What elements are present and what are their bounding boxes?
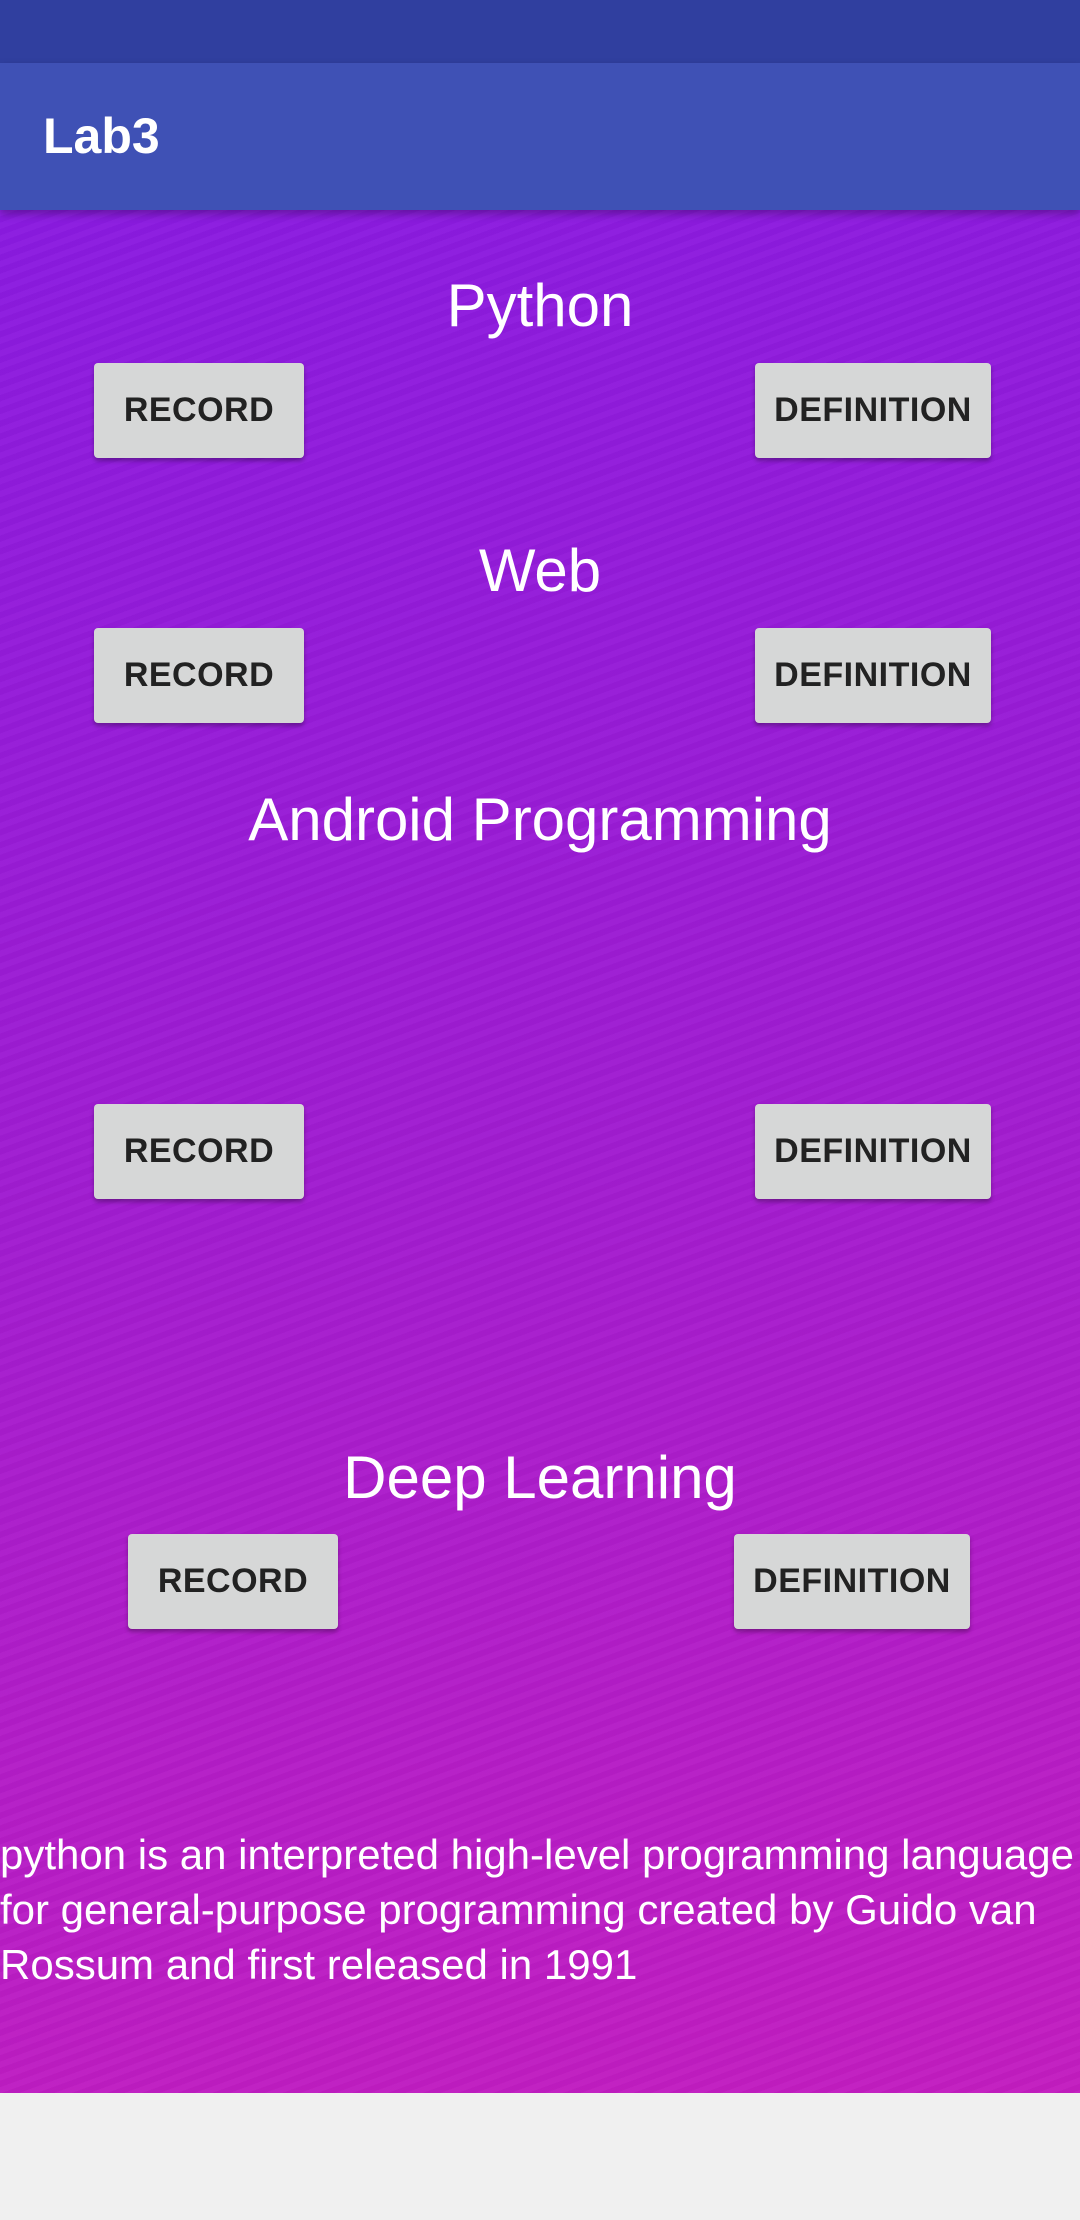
main-content: Python RECORD DEFINITION Web RECORD DEFI… (0, 210, 1080, 2093)
record-button-android[interactable]: RECORD (94, 1104, 304, 1199)
topic-title-web: Web (478, 537, 602, 604)
record-button-python[interactable]: RECORD (94, 363, 304, 458)
status-bar (0, 0, 1080, 63)
definition-button-python[interactable]: DEFINITION (755, 363, 991, 458)
definition-button-web[interactable]: DEFINITION (755, 628, 991, 723)
record-button-web[interactable]: RECORD (94, 628, 304, 723)
bottom-blank-area (0, 2093, 1080, 2220)
topic-title-deep-learning: Deep Learning (343, 1444, 737, 1511)
definition-button-deep-learning[interactable]: DEFINITION (734, 1534, 970, 1629)
definition-button-android[interactable]: DEFINITION (755, 1104, 991, 1199)
record-button-deep-learning[interactable]: RECORD (128, 1534, 338, 1629)
topic-title-android-programming: Android Programming (248, 786, 832, 853)
app-title: Lab3 (43, 108, 160, 164)
app-bar: Lab3 (0, 63, 1080, 210)
topic-title-python: Python (446, 272, 634, 339)
definition-text: python is an interpreted high-level prog… (0, 1831, 1074, 1988)
